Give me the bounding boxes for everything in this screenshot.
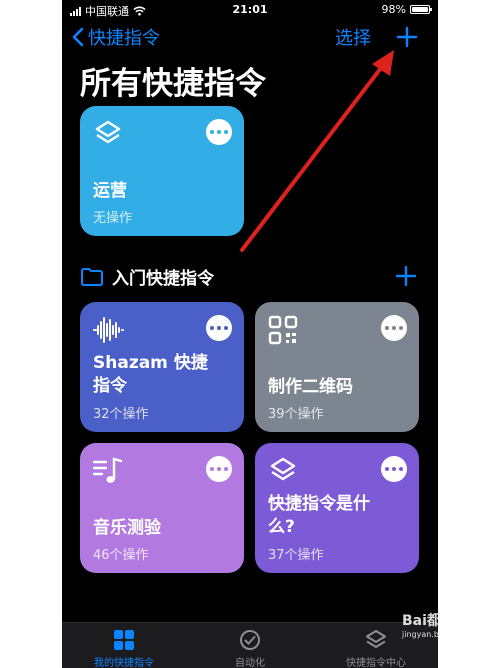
section-header: 入门快捷指令 [80, 264, 214, 289]
tab-bar: 我的快捷指令 自动化 快捷指令中心 [62, 622, 438, 668]
grid-icon [114, 630, 134, 650]
back-button[interactable]: 快捷指令 [72, 24, 160, 50]
shortcut-card-yunying[interactable]: 运营 无操作 [80, 106, 244, 236]
tab-my-shortcuts[interactable]: 我的快捷指令 [64, 629, 184, 668]
shortcut-card-what-are-shortcuts[interactable]: 快捷指令是什 么? 37个操作 [255, 443, 419, 573]
battery-icon [410, 5, 432, 14]
more-button[interactable] [206, 456, 232, 482]
more-button[interactable] [206, 119, 232, 145]
watermark: Bai都 经验 jingyan.baidu.com [402, 610, 438, 639]
tab-label: 我的快捷指令 [94, 658, 154, 668]
more-button[interactable] [381, 315, 407, 341]
phone-screen: 中国联通 21:01 98% 快捷指令 选择 所有快捷指令 运营 无操作 入门快… [62, 0, 438, 668]
select-button[interactable]: 选择 [335, 24, 371, 50]
page-title: 所有快捷指令 [80, 66, 266, 102]
shortcut-name: 快捷指令是什 么? [268, 494, 370, 537]
folder-icon [81, 267, 103, 286]
shortcut-subtitle: 无操作 [93, 211, 133, 226]
more-button[interactable] [381, 456, 407, 482]
battery-percent: 98% [381, 3, 406, 16]
tab-label: 快捷指令中心 [346, 658, 406, 668]
shortcut-name: 音乐测验 [93, 518, 161, 538]
shortcut-subtitle: 39个操作 [268, 407, 324, 422]
more-button[interactable] [206, 315, 232, 341]
layers-icon [366, 630, 386, 648]
waveform-icon [93, 317, 124, 343]
music-icon [92, 457, 123, 483]
battery-fill [412, 7, 428, 12]
shortcut-card-music-quiz[interactable]: 音乐测验 46个操作 [80, 443, 244, 573]
shortcut-name: 运营 [93, 181, 127, 201]
shortcut-card-shazam[interactable]: Shazam 快捷 指令 32个操作 [80, 302, 244, 432]
shortcut-subtitle: 46个操作 [93, 548, 149, 563]
status-bar: 中国联通 21:01 98% [62, 0, 438, 22]
status-right: 98% [381, 3, 432, 16]
watermark-url: jingyan.baidu.com [402, 630, 438, 639]
layers-icon [95, 120, 121, 144]
qrcode-icon [268, 315, 298, 345]
tab-label: 自动化 [235, 658, 265, 668]
shortcut-subtitle: 32个操作 [93, 407, 149, 422]
shortcut-name: 制作二维码 [268, 377, 353, 397]
add-shortcut-button[interactable] [396, 26, 418, 48]
shortcut-card-qrcode[interactable]: 制作二维码 39个操作 [255, 302, 419, 432]
shortcut-subtitle: 37个操作 [268, 548, 324, 563]
clock-check-icon [240, 630, 260, 650]
section-title: 入门快捷指令 [112, 269, 214, 289]
layers-icon [270, 457, 296, 481]
tab-automation[interactable]: 自动化 [190, 629, 310, 668]
back-label: 快捷指令 [88, 28, 160, 49]
watermark-text: Bai都 经验 [402, 613, 438, 629]
shortcut-name: Shazam 快捷 指令 [93, 353, 208, 396]
chevron-left-icon [72, 27, 84, 47]
add-to-folder-button[interactable] [396, 266, 416, 286]
